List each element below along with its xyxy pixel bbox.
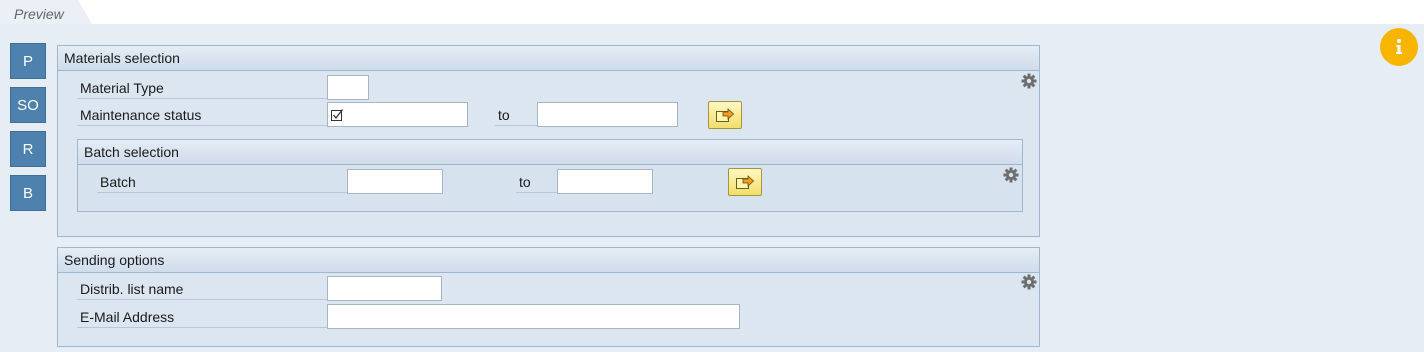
gear-icon[interactable] [1021,73,1037,89]
multiple-selection-icon [716,108,735,122]
gear-icon[interactable] [1003,167,1019,183]
multiple-selection-icon [736,175,755,189]
info-button[interactable] [1380,28,1418,66]
maintenance-status-to-label: to [495,104,537,126]
email-address-label: E-Mail Address [77,306,327,328]
batch-multiple-selection-button[interactable] [728,168,762,196]
batch-input[interactable] [347,169,443,194]
distrib-list-name-input[interactable] [327,276,442,301]
tab-preview-label: Preview [14,6,64,22]
nav-button-p[interactable]: P [10,43,46,79]
maintenance-status-label: Maintenance status [77,104,327,126]
material-type-input[interactable] [327,75,369,100]
nav-button-r[interactable]: R [10,131,46,167]
batch-to-label: to [516,171,557,193]
maintenance-status-input[interactable] [327,102,468,127]
batch-label: Batch [97,171,347,193]
batch-selection-title: Batch selection [78,140,1022,165]
nav-button-so[interactable]: SO [10,87,46,123]
sending-options-title: Sending options [58,248,1039,273]
nav-button-b[interactable]: B [10,175,46,211]
maintenance-status-to-input[interactable] [537,102,678,127]
maintenance-status-multiple-selection-button[interactable] [708,101,742,129]
gear-icon[interactable] [1021,274,1037,290]
checkbox-icon [331,108,344,121]
info-icon [1396,39,1402,54]
tab-strip [0,0,1424,24]
email-address-input[interactable] [327,304,740,329]
materials-selection-title: Materials selection [58,46,1039,71]
distrib-list-name-label: Distrib. list name [77,278,327,300]
batch-to-input[interactable] [557,169,653,194]
material-type-label: Material Type [77,77,327,99]
